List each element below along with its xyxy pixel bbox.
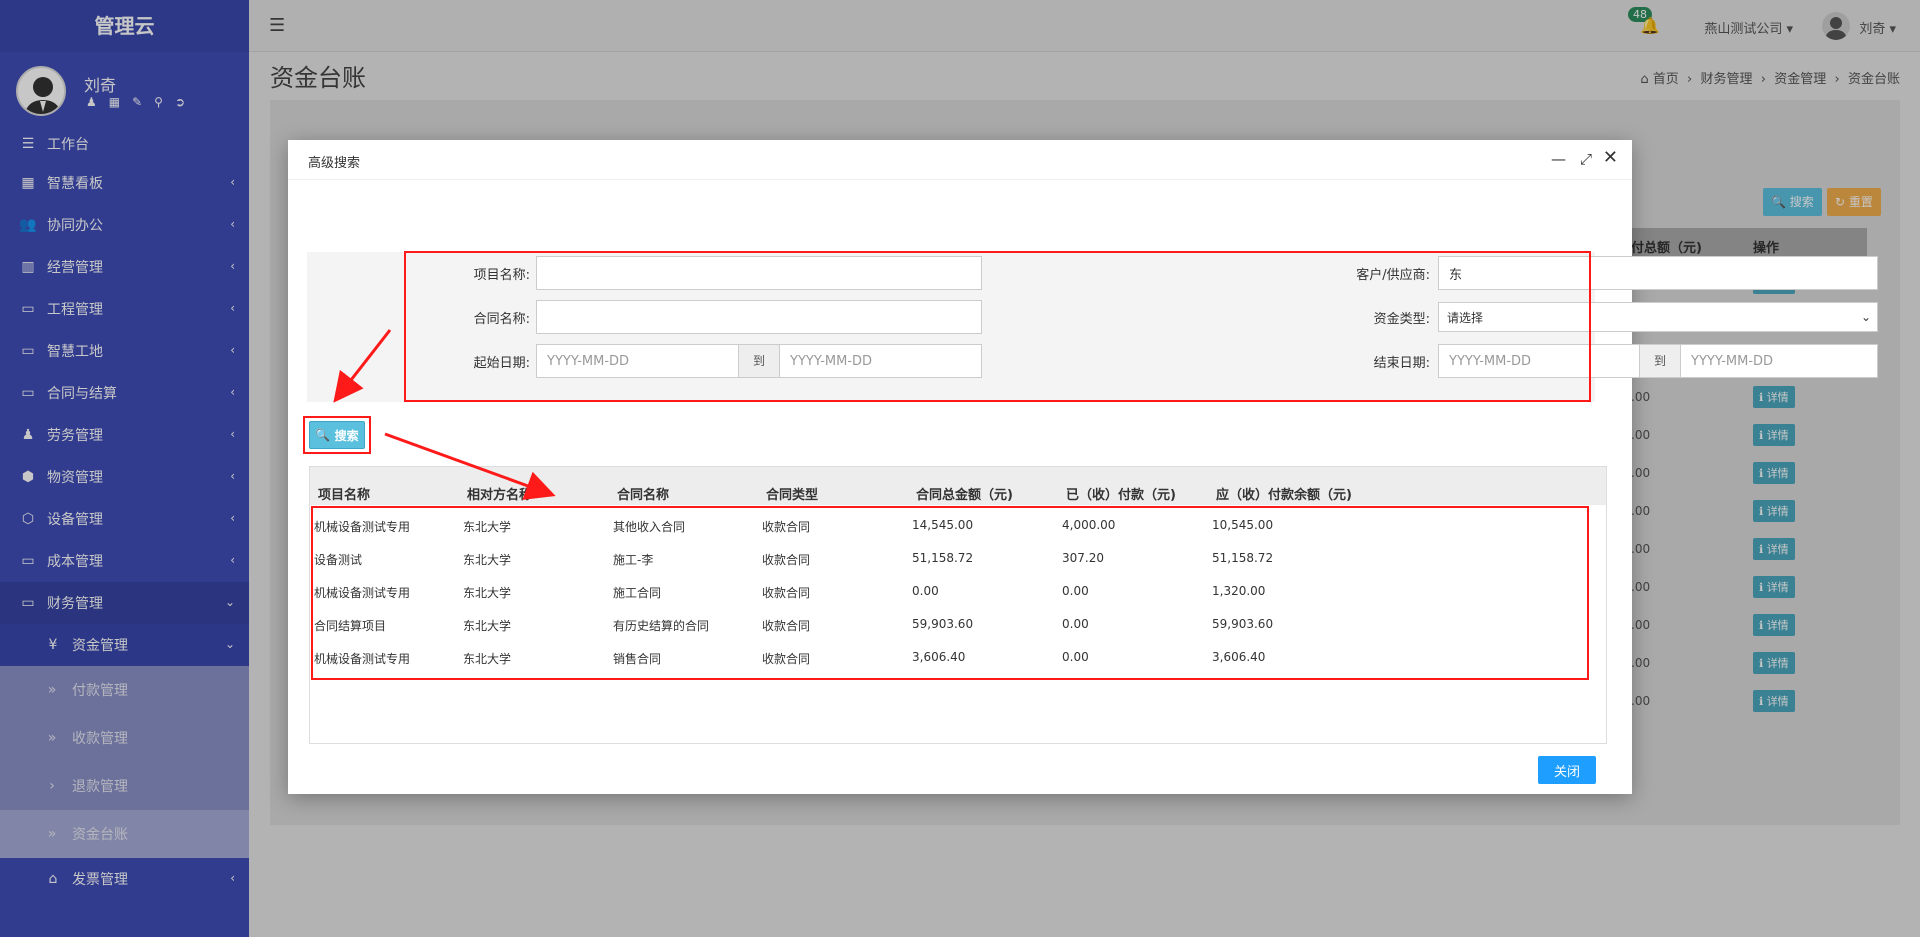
table-cell: 合同结算项目 (314, 619, 387, 633)
column-header[interactable]: 合同类型 (766, 484, 818, 503)
table-cell: 收款合同 (762, 520, 811, 534)
project-name-label: 项目名称: (473, 267, 530, 283)
advanced-search-dialog: 高级搜索 — ⤢ ✕ 项目名称: 客户/供应商: 合同名称: 资金类型: 请选择… (288, 140, 1878, 794)
table-cell: 3,606.40 (912, 650, 966, 664)
table-row[interactable]: 机械设备测试专用 东北大学 销售合同 收款合同 3,606.40 0.00 3,606.40 (310, 641, 1606, 674)
table-cell: 机械设备测试专用 (314, 586, 411, 600)
table-cell: 东北大学 (463, 619, 512, 633)
minimize-icon[interactable]: — (1551, 150, 1566, 168)
table-row[interactable]: 机械设备测试专用 东北大学 其他收入合同 收款合同 14,545.00 4,000.00 1… (310, 509, 1606, 542)
column-header[interactable]: 已（收）付款（元) (1066, 484, 1176, 503)
table-cell: 有历史结算的合同 (613, 619, 710, 633)
result-table: 项目名称 相对方名称 合同名称 合同类型 合同总金额（元) 已（收）付款（元) 应（收）付款… (309, 466, 1607, 744)
table-cell: 设备测试 (314, 553, 363, 567)
maximize-icon[interactable]: ⤢ (1580, 150, 1592, 168)
end-date-to-input[interactable] (1680, 344, 1878, 378)
table-cell: 51,158.72 (1212, 551, 1274, 565)
dialog-header: 高级搜索 — ⤢ ✕ (288, 140, 1632, 180)
fund-type-label: 资金类型: (1373, 311, 1430, 327)
table-cell: 收款合同 (762, 586, 811, 600)
table-cell: 收款合同 (762, 553, 811, 567)
column-header[interactable]: 合同名称 (617, 484, 669, 503)
column-header[interactable]: 合同总金额（元) (916, 484, 1013, 503)
table-cell: 收款合同 (762, 619, 811, 633)
table-header: 项目名称 相对方名称 合同名称 合同类型 合同总金额（元) 已（收）付款（元) 应（收）付款… (310, 467, 1606, 505)
table-cell: 307.20 (1062, 551, 1104, 565)
project-name-input[interactable] (536, 256, 982, 290)
fund-type-value: 请选择 (1447, 310, 1484, 325)
dialog-title: 高级搜索 (308, 156, 361, 171)
start-date-to-label: 到 (739, 344, 779, 378)
table-cell: 59,903.60 (912, 617, 974, 631)
table-cell: 其他收入合同 (613, 520, 686, 534)
table-cell: 收款合同 (762, 652, 811, 666)
table-cell: 施工合同 (613, 586, 662, 600)
table-cell: 施工-李 (613, 553, 654, 567)
table-cell: 14,545.00 (912, 518, 974, 532)
table-cell: 东北大学 (463, 553, 512, 567)
column-header[interactable]: 应（收）付款余额（元) (1216, 484, 1352, 503)
table-cell: 59,903.60 (1212, 617, 1274, 631)
table-cell: 0.00 (1062, 584, 1089, 598)
table-cell: 1,320.00 (1212, 584, 1266, 598)
start-date-label: 起始日期: (473, 355, 530, 371)
customer-input[interactable] (1438, 256, 1878, 290)
table-cell: 0.00 (1062, 617, 1089, 631)
end-date-from-input[interactable] (1438, 344, 1640, 378)
chevron-down-icon: ⌄ (1860, 310, 1871, 324)
table-cell: 东北大学 (463, 520, 512, 534)
table-cell: 3,606.40 (1212, 650, 1266, 664)
contract-name-input[interactable] (536, 300, 982, 334)
end-date-to-label: 到 (1640, 344, 1680, 378)
start-date-from-input[interactable] (536, 344, 739, 378)
column-header[interactable]: 项目名称 (318, 484, 370, 503)
table-cell: 东北大学 (463, 586, 512, 600)
close-icon[interactable]: ✕ (1603, 147, 1618, 168)
table-row[interactable]: 设备测试 东北大学 施工-李 收款合同 51,158.72 307.20 51,158.72 (310, 542, 1606, 575)
close-button[interactable]: 关闭 (1538, 756, 1596, 784)
table-cell: 4,000.00 (1062, 518, 1116, 532)
search-button-label: 搜索 (334, 428, 359, 443)
column-header[interactable]: 相对方名称 (467, 484, 532, 503)
search-button[interactable]: 🔍 搜索 (309, 421, 365, 449)
table-footer-text (318, 722, 322, 736)
fund-type-select[interactable]: 请选择 ⌄ (1438, 302, 1878, 332)
table-cell: 51,158.72 (912, 551, 974, 565)
table-cell: 0.00 (1062, 650, 1089, 664)
table-cell: 机械设备测试专用 (314, 520, 411, 534)
table-body: 机械设备测试专用 东北大学 其他收入合同 收款合同 14,545.00 4,000.00 1… (310, 509, 1606, 674)
table-cell: 10,545.00 (1212, 518, 1274, 532)
end-date-label: 结束日期: (1373, 355, 1430, 371)
start-date-to-input[interactable] (779, 344, 982, 378)
customer-label: 客户/供应商: (1356, 267, 1430, 283)
table-row[interactable]: 机械设备测试专用 东北大学 施工合同 收款合同 0.00 0.00 1,320.00 (310, 575, 1606, 608)
table-cell: 0.00 (912, 584, 939, 598)
table-row[interactable]: 合同结算项目 东北大学 有历史结算的合同 收款合同 59,903.60 0.00 59,90… (310, 608, 1606, 641)
contract-name-label: 合同名称: (473, 311, 530, 327)
table-cell: 机械设备测试专用 (314, 652, 411, 666)
search-icon: 🔍 (315, 428, 331, 442)
table-cell: 东北大学 (463, 652, 512, 666)
table-cell: 销售合同 (613, 652, 662, 666)
